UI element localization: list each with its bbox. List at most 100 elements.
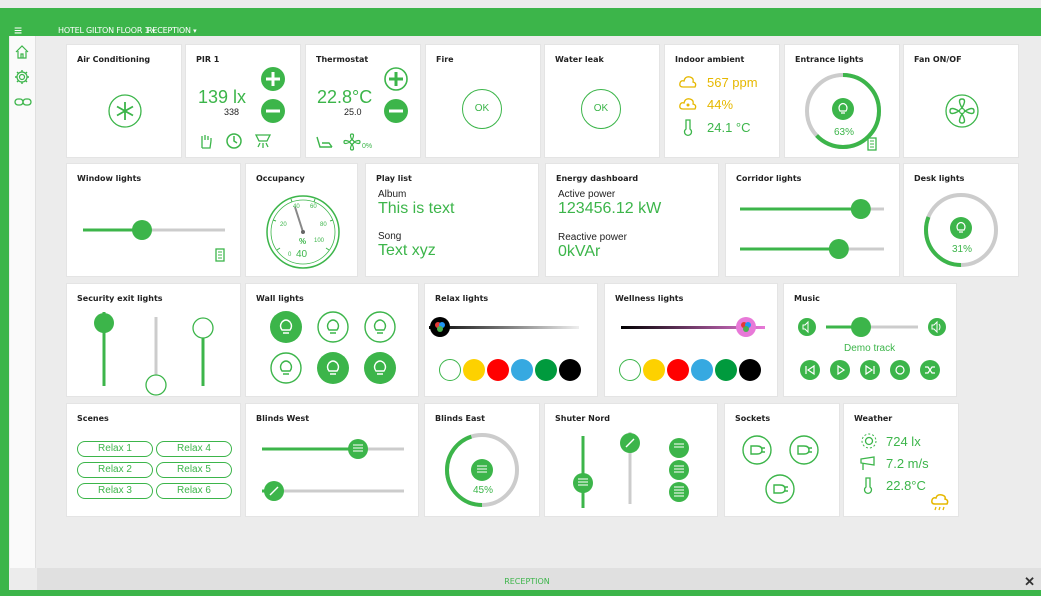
snowflake-icon[interactable]: [108, 94, 142, 128]
plus-icon[interactable]: [261, 67, 285, 91]
previous-icon[interactable]: [800, 360, 820, 380]
exit-slider-1[interactable]: [93, 312, 115, 386]
color-black-swatch[interactable]: [559, 359, 581, 381]
home-icon[interactable]: [14, 44, 30, 60]
switch-icon[interactable]: [867, 137, 877, 151]
shutter-tilt-slider[interactable]: [619, 432, 641, 504]
tile-playlist: Play list Album This is text Song Text x…: [365, 163, 539, 277]
left-accent-bar: [0, 36, 9, 596]
bulb-icon: [950, 217, 972, 239]
scene-relax-4-button[interactable]: Relax 4: [156, 441, 232, 457]
minus-icon[interactable]: [384, 99, 408, 123]
play-icon[interactable]: [830, 360, 850, 380]
fan-icon[interactable]: [945, 94, 979, 128]
window-lights-slider[interactable]: [83, 219, 225, 241]
tile-wellness-lights[interactable]: Wellness lights: [604, 283, 778, 397]
color-yellow-swatch[interactable]: [643, 359, 665, 381]
shutter-position-slider[interactable]: [572, 436, 594, 508]
color-green-swatch[interactable]: [535, 359, 557, 381]
tile-title: Window lights: [77, 174, 142, 183]
switch-icon[interactable]: [215, 248, 225, 262]
tile-title: Fire: [436, 55, 454, 64]
tile-title: Water leak: [555, 55, 604, 64]
tile-pir1[interactable]: PIR 1 139 lx 338: [185, 44, 301, 158]
temperature-value: 24.1 °C: [707, 120, 751, 135]
album-value: This is text: [378, 200, 455, 217]
plus-icon[interactable]: [384, 67, 408, 91]
color-green-swatch[interactable]: [715, 359, 737, 381]
tile-security-exit-lights[interactable]: Security exit lights: [66, 283, 241, 397]
tile-music[interactable]: Music Demo track: [783, 283, 957, 397]
location-label: HOTEL GILTON FLOOR 1: [58, 26, 150, 35]
shutter-half-icon[interactable]: [669, 460, 689, 480]
color-red-swatch[interactable]: [667, 359, 689, 381]
next-icon[interactable]: [860, 360, 880, 380]
color-white-swatch[interactable]: [619, 359, 641, 381]
tile-entrance-lights[interactable]: Entrance lights 63%: [784, 44, 900, 158]
tile-window-lights[interactable]: Window lights: [66, 163, 241, 277]
volume-up-icon[interactable]: [928, 318, 946, 336]
blinds-west-tilt-slider[interactable]: [262, 480, 404, 502]
shutter-open-icon[interactable]: [669, 438, 689, 458]
tile-title: Corridor lights: [736, 174, 802, 183]
link-chain-icon[interactable]: [14, 96, 32, 108]
wall-light-1-icon[interactable]: [270, 311, 302, 343]
color-blue-swatch[interactable]: [511, 359, 533, 381]
side-nav: [10, 36, 36, 568]
tile-relax-lights[interactable]: Relax lights: [424, 283, 598, 397]
color-red-swatch[interactable]: [487, 359, 509, 381]
socket-1-icon[interactable]: [742, 435, 772, 465]
location-dropdown[interactable]: HOTEL GILTON FLOOR 1 ▾: [58, 26, 155, 35]
socket-3-icon[interactable]: [765, 474, 795, 504]
repeat-icon[interactable]: [890, 360, 910, 380]
wellness-color-slider[interactable]: [621, 316, 765, 338]
scene-relax-2-button[interactable]: Relax 2: [77, 462, 153, 478]
tile-blinds-east[interactable]: Blinds East 45%: [424, 403, 540, 517]
minus-icon[interactable]: [261, 99, 285, 123]
socket-2-icon[interactable]: [789, 435, 819, 465]
wall-light-3-icon[interactable]: [364, 311, 396, 343]
volume-down-icon[interactable]: [798, 318, 816, 336]
gauge-tick-80: 80: [320, 222, 327, 228]
tile-sockets[interactable]: Sockets: [724, 403, 840, 517]
tile-wall-lights[interactable]: Wall lights: [245, 283, 419, 397]
wall-light-4-icon[interactable]: [270, 352, 302, 384]
wall-light-6-icon[interactable]: [364, 352, 396, 384]
scene-relax-3-button[interactable]: Relax 3: [77, 483, 153, 499]
weather-condition-icon: [931, 494, 949, 511]
song-label: Song: [378, 231, 402, 242]
color-white-swatch[interactable]: [439, 359, 461, 381]
dashboard-grid: Air Conditioning PIR 1 139 lx 338 Thermo…: [37, 36, 1041, 568]
corridor-slider-2[interactable]: [740, 238, 884, 260]
color-blue-swatch[interactable]: [691, 359, 713, 381]
exit-slider-2[interactable]: [145, 317, 167, 397]
tile-desk-lights[interactable]: Desk lights 31%: [903, 163, 1019, 277]
tile-air-conditioning[interactable]: Air Conditioning: [66, 44, 182, 158]
blinds-west-position-slider[interactable]: [262, 438, 404, 460]
tile-title: Entrance lights: [795, 55, 864, 64]
tile-blinds-west[interactable]: Blinds West: [245, 403, 419, 517]
volume-slider[interactable]: [826, 316, 918, 338]
tile-scenes[interactable]: Scenes Relax 1 Relax 4 Relax 2 Relax 5 R…: [66, 403, 241, 517]
scene-relax-1-button[interactable]: Relax 1: [77, 441, 153, 457]
active-power-value: 123456.12 kW: [558, 200, 662, 217]
wall-light-2-icon[interactable]: [317, 311, 349, 343]
tile-corridor-lights[interactable]: Corridor lights: [725, 163, 900, 277]
shuffle-icon[interactable]: [920, 360, 940, 380]
wall-light-5-icon[interactable]: [317, 352, 349, 384]
tile-title: Occupancy: [256, 174, 305, 183]
relax-color-slider[interactable]: [429, 316, 579, 338]
color-black-swatch[interactable]: [739, 359, 761, 381]
tile-fan[interactable]: Fan ON/OF: [903, 44, 1019, 158]
scene-relax-5-button[interactable]: Relax 5: [156, 462, 232, 478]
scene-relax-6-button[interactable]: Relax 6: [156, 483, 232, 499]
close-icon[interactable]: ✕: [1024, 574, 1035, 590]
corridor-slider-1[interactable]: [740, 198, 884, 220]
tile-thermostat[interactable]: Thermostat 22.8°C 25.0 0%: [305, 44, 421, 158]
exit-slider-3[interactable]: [192, 317, 214, 386]
song-value: Text xyz: [378, 242, 436, 259]
shutter-closed-icon[interactable]: [669, 482, 689, 502]
color-yellow-swatch[interactable]: [463, 359, 485, 381]
settings-gear-icon[interactable]: [14, 69, 30, 85]
tile-shutter-nord[interactable]: Shuter Nord: [544, 403, 718, 517]
